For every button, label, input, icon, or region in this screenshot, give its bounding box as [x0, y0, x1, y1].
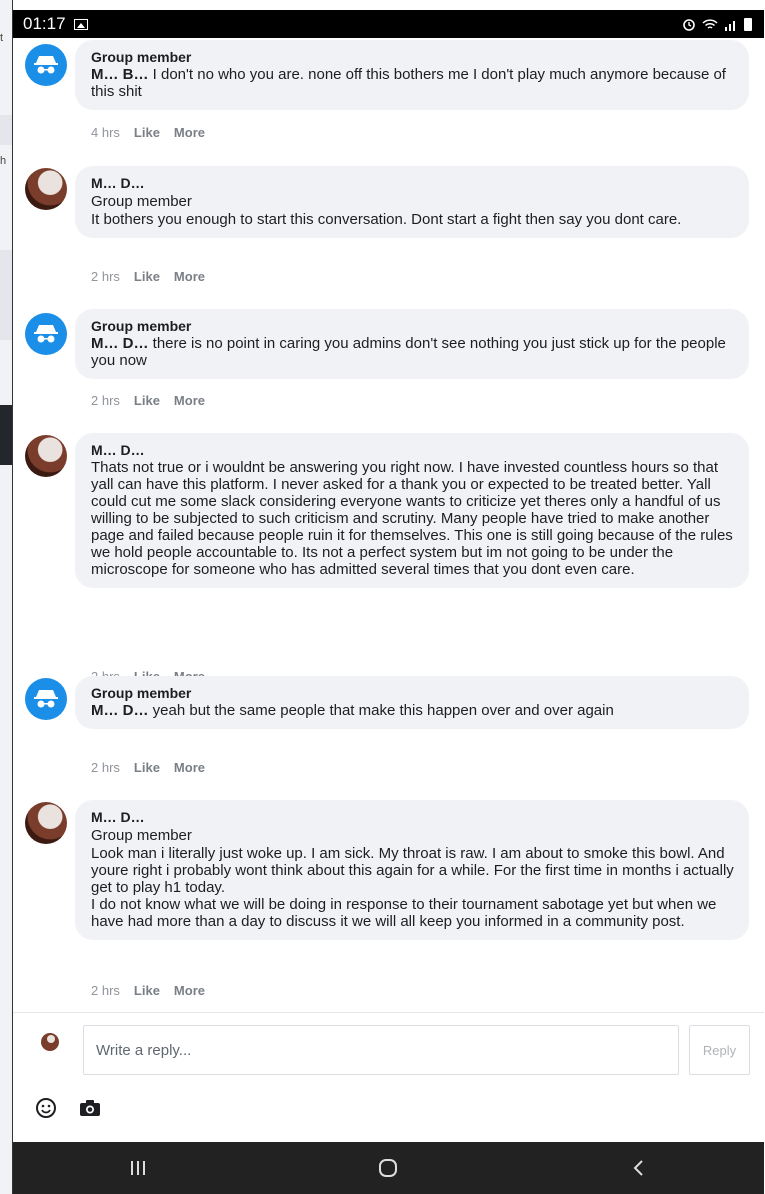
reply-button[interactable]: Reply: [689, 1025, 750, 1075]
background-text-fragment: t: [0, 32, 4, 44]
comment-bubble: M… D… Group member It bothers you enough…: [75, 166, 749, 238]
incognito-icon: [34, 690, 58, 708]
back-icon[interactable]: [629, 1158, 649, 1178]
comment-time: 2 hrs: [91, 393, 120, 408]
comment-body: I don't no who you are. none off this bo…: [91, 66, 726, 100]
more-link[interactable]: More: [174, 393, 205, 408]
camera-icon[interactable]: [79, 1099, 101, 1117]
comment-author[interactable]: M… D…: [91, 174, 735, 192]
comment-actions: 2 hrs Like More: [91, 269, 205, 284]
comment-time: 2 hrs: [91, 269, 120, 284]
comment-bubble: Group member M… D… yeah but the same peo…: [75, 676, 749, 729]
comment-time: 4 hrs: [91, 125, 120, 140]
recent-apps-icon[interactable]: [128, 1158, 148, 1178]
comment-bubble: Group member M… D… there is no point in …: [75, 309, 749, 379]
phone-screen: 01:17 Group member M… B… I don't no who …: [12, 0, 764, 1194]
reply-avatar: [41, 1033, 59, 1051]
comment-body: Thats not true or i wouldnt be answering…: [91, 459, 733, 578]
comment-actions: 2 hrs Like More: [91, 983, 205, 998]
user-avatar[interactable]: [25, 802, 67, 844]
like-link[interactable]: Like: [134, 269, 160, 284]
comment-text: M… D… yeah but the same people that make…: [91, 702, 735, 719]
more-link[interactable]: More: [174, 125, 205, 140]
signal-icon: [725, 20, 735, 31]
comment-body: It bothers you enough to start this conv…: [91, 211, 682, 228]
reply-tools: [35, 1097, 101, 1119]
anonymous-avatar[interactable]: [25, 44, 67, 86]
user-avatar[interactable]: [25, 435, 67, 477]
user-avatar[interactable]: [25, 168, 67, 210]
reply-input[interactable]: Write a reply...: [83, 1025, 679, 1075]
mention-tag[interactable]: M… B…: [91, 66, 149, 83]
more-link[interactable]: More: [174, 760, 205, 775]
comment-time: 2 hrs: [91, 760, 120, 775]
more-link[interactable]: More: [174, 269, 205, 284]
comment-actions: 2 hrs Like More: [91, 760, 205, 775]
background-text-fragment: h: [0, 155, 7, 167]
home-icon[interactable]: [377, 1157, 399, 1179]
comment-author: Group member: [91, 318, 192, 334]
alarm-icon: [683, 19, 695, 31]
comment-author: Group member: [91, 685, 192, 701]
incognito-icon: [34, 56, 58, 74]
author-role: Group member: [91, 827, 192, 844]
wifi-icon: [702, 18, 718, 29]
incognito-icon: [34, 325, 58, 343]
comment-actions: 4 hrs Like More: [91, 125, 205, 140]
comment-bubble: M… D… Group member Look man i literally …: [75, 800, 749, 940]
comment-author: Group member: [91, 49, 192, 65]
emoji-icon[interactable]: [35, 1097, 57, 1119]
anonymous-avatar[interactable]: [25, 313, 67, 355]
like-link[interactable]: Like: [134, 760, 160, 775]
like-link[interactable]: Like: [134, 393, 160, 408]
like-link[interactable]: Like: [134, 125, 160, 140]
comment-text: M… B… I don't no who you are. none off t…: [91, 66, 735, 100]
reply-composer: Write a reply... Reply: [13, 1012, 764, 1142]
comment-body: there is no point in caring you admins d…: [91, 335, 726, 369]
comment-text: M… D… there is no point in caring you ad…: [91, 335, 735, 369]
comment-actions: 2 hrs Like More: [91, 393, 205, 408]
status-bar: 01:17: [13, 10, 764, 38]
comment-author[interactable]: M… D…: [91, 808, 735, 826]
status-time: 01:17: [23, 14, 66, 33]
comment-bubble: Group member M… B… I don't no who you ar…: [75, 40, 749, 110]
battery-icon: [744, 17, 752, 31]
like-link[interactable]: Like: [134, 983, 160, 998]
image-icon: [73, 18, 88, 30]
more-link[interactable]: More: [174, 983, 205, 998]
mention-tag[interactable]: M… D…: [91, 702, 149, 719]
comment-body: Look man i literally just woke up. I am …: [91, 845, 734, 930]
anonymous-avatar[interactable]: [25, 678, 67, 720]
comment-body: yeah but the same people that make this …: [148, 702, 614, 719]
comment-bubble: M… D… Thats not true or i wouldnt be ans…: [75, 433, 749, 588]
comment-time: 2 hrs: [91, 983, 120, 998]
comment-author[interactable]: M… D…: [91, 441, 735, 459]
android-nav-bar: [13, 1142, 764, 1194]
author-role: Group member: [91, 193, 192, 210]
mention-tag[interactable]: M… D…: [91, 335, 149, 352]
